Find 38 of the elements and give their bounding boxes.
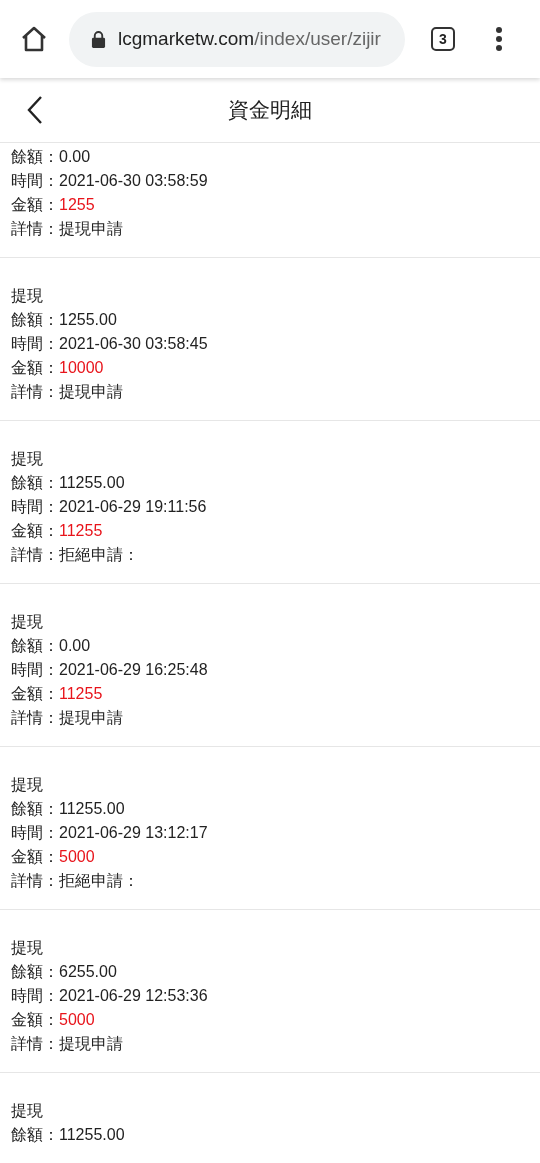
record-type: 提現 bbox=[11, 449, 43, 469]
address-bar[interactable]: lcgmarketw.com/index/user/zijir bbox=[69, 11, 405, 67]
record-line: 時間：2021-06-29 19:11:56 bbox=[11, 497, 207, 517]
menu-icon[interactable] bbox=[495, 26, 503, 52]
record-line: 金額：11255 bbox=[11, 684, 103, 704]
tab-count-button[interactable]: 3 bbox=[431, 27, 455, 51]
record-line: 金額：1255 bbox=[11, 195, 95, 215]
record-line: 詳情：提現申請 bbox=[11, 1034, 123, 1054]
record-line: 餘額：0.00 bbox=[11, 636, 91, 656]
record-line: 金額：10000 bbox=[11, 358, 104, 378]
record-line: 金額：5000 bbox=[11, 847, 95, 867]
record-line: 詳情：拒絕申請： bbox=[11, 871, 139, 891]
record-line: 詳情：提現申請 bbox=[11, 219, 123, 239]
lock-icon bbox=[91, 29, 106, 49]
record-line: 詳情：提現申請 bbox=[11, 382, 123, 402]
record-line: 餘額：11255.00 bbox=[11, 799, 125, 819]
record-line: 金額：11255 bbox=[11, 521, 103, 541]
record-line: 金額：5000 bbox=[11, 1010, 95, 1030]
page-title: 資金明細 bbox=[228, 97, 312, 123]
back-icon[interactable] bbox=[27, 95, 43, 125]
record-type: 提現 bbox=[11, 775, 43, 795]
record-type: 提現 bbox=[11, 612, 43, 632]
home-icon[interactable] bbox=[20, 25, 48, 53]
record-line: 餘額：6255.00 bbox=[11, 962, 117, 982]
record-type: 提現 bbox=[11, 938, 43, 958]
record-type: 提現 bbox=[11, 1101, 43, 1121]
record-line: 詳情：拒絕申請： bbox=[11, 545, 139, 565]
record-line: 時間：2021-06-30 03:58:45 bbox=[11, 334, 208, 354]
record-line: 時間：2021-06-29 16:25:48 bbox=[11, 660, 208, 680]
record-line: 餘額：0.00 bbox=[11, 147, 91, 167]
record-type: 提現 bbox=[11, 286, 43, 306]
record-line: 餘額：1255.00 bbox=[11, 310, 117, 330]
record-line: 餘額：11255.00 bbox=[11, 473, 125, 493]
record-line: 時間：2021-06-29 13:12:17 bbox=[11, 823, 208, 843]
record-line: 餘額：11255.00 bbox=[11, 1125, 125, 1145]
record-line: 詳情：提現申請 bbox=[11, 708, 123, 728]
record-line: 時間：2021-06-29 12:53:36 bbox=[11, 986, 208, 1006]
record-line: 時間：2021-06-30 03:58:59 bbox=[11, 171, 208, 191]
